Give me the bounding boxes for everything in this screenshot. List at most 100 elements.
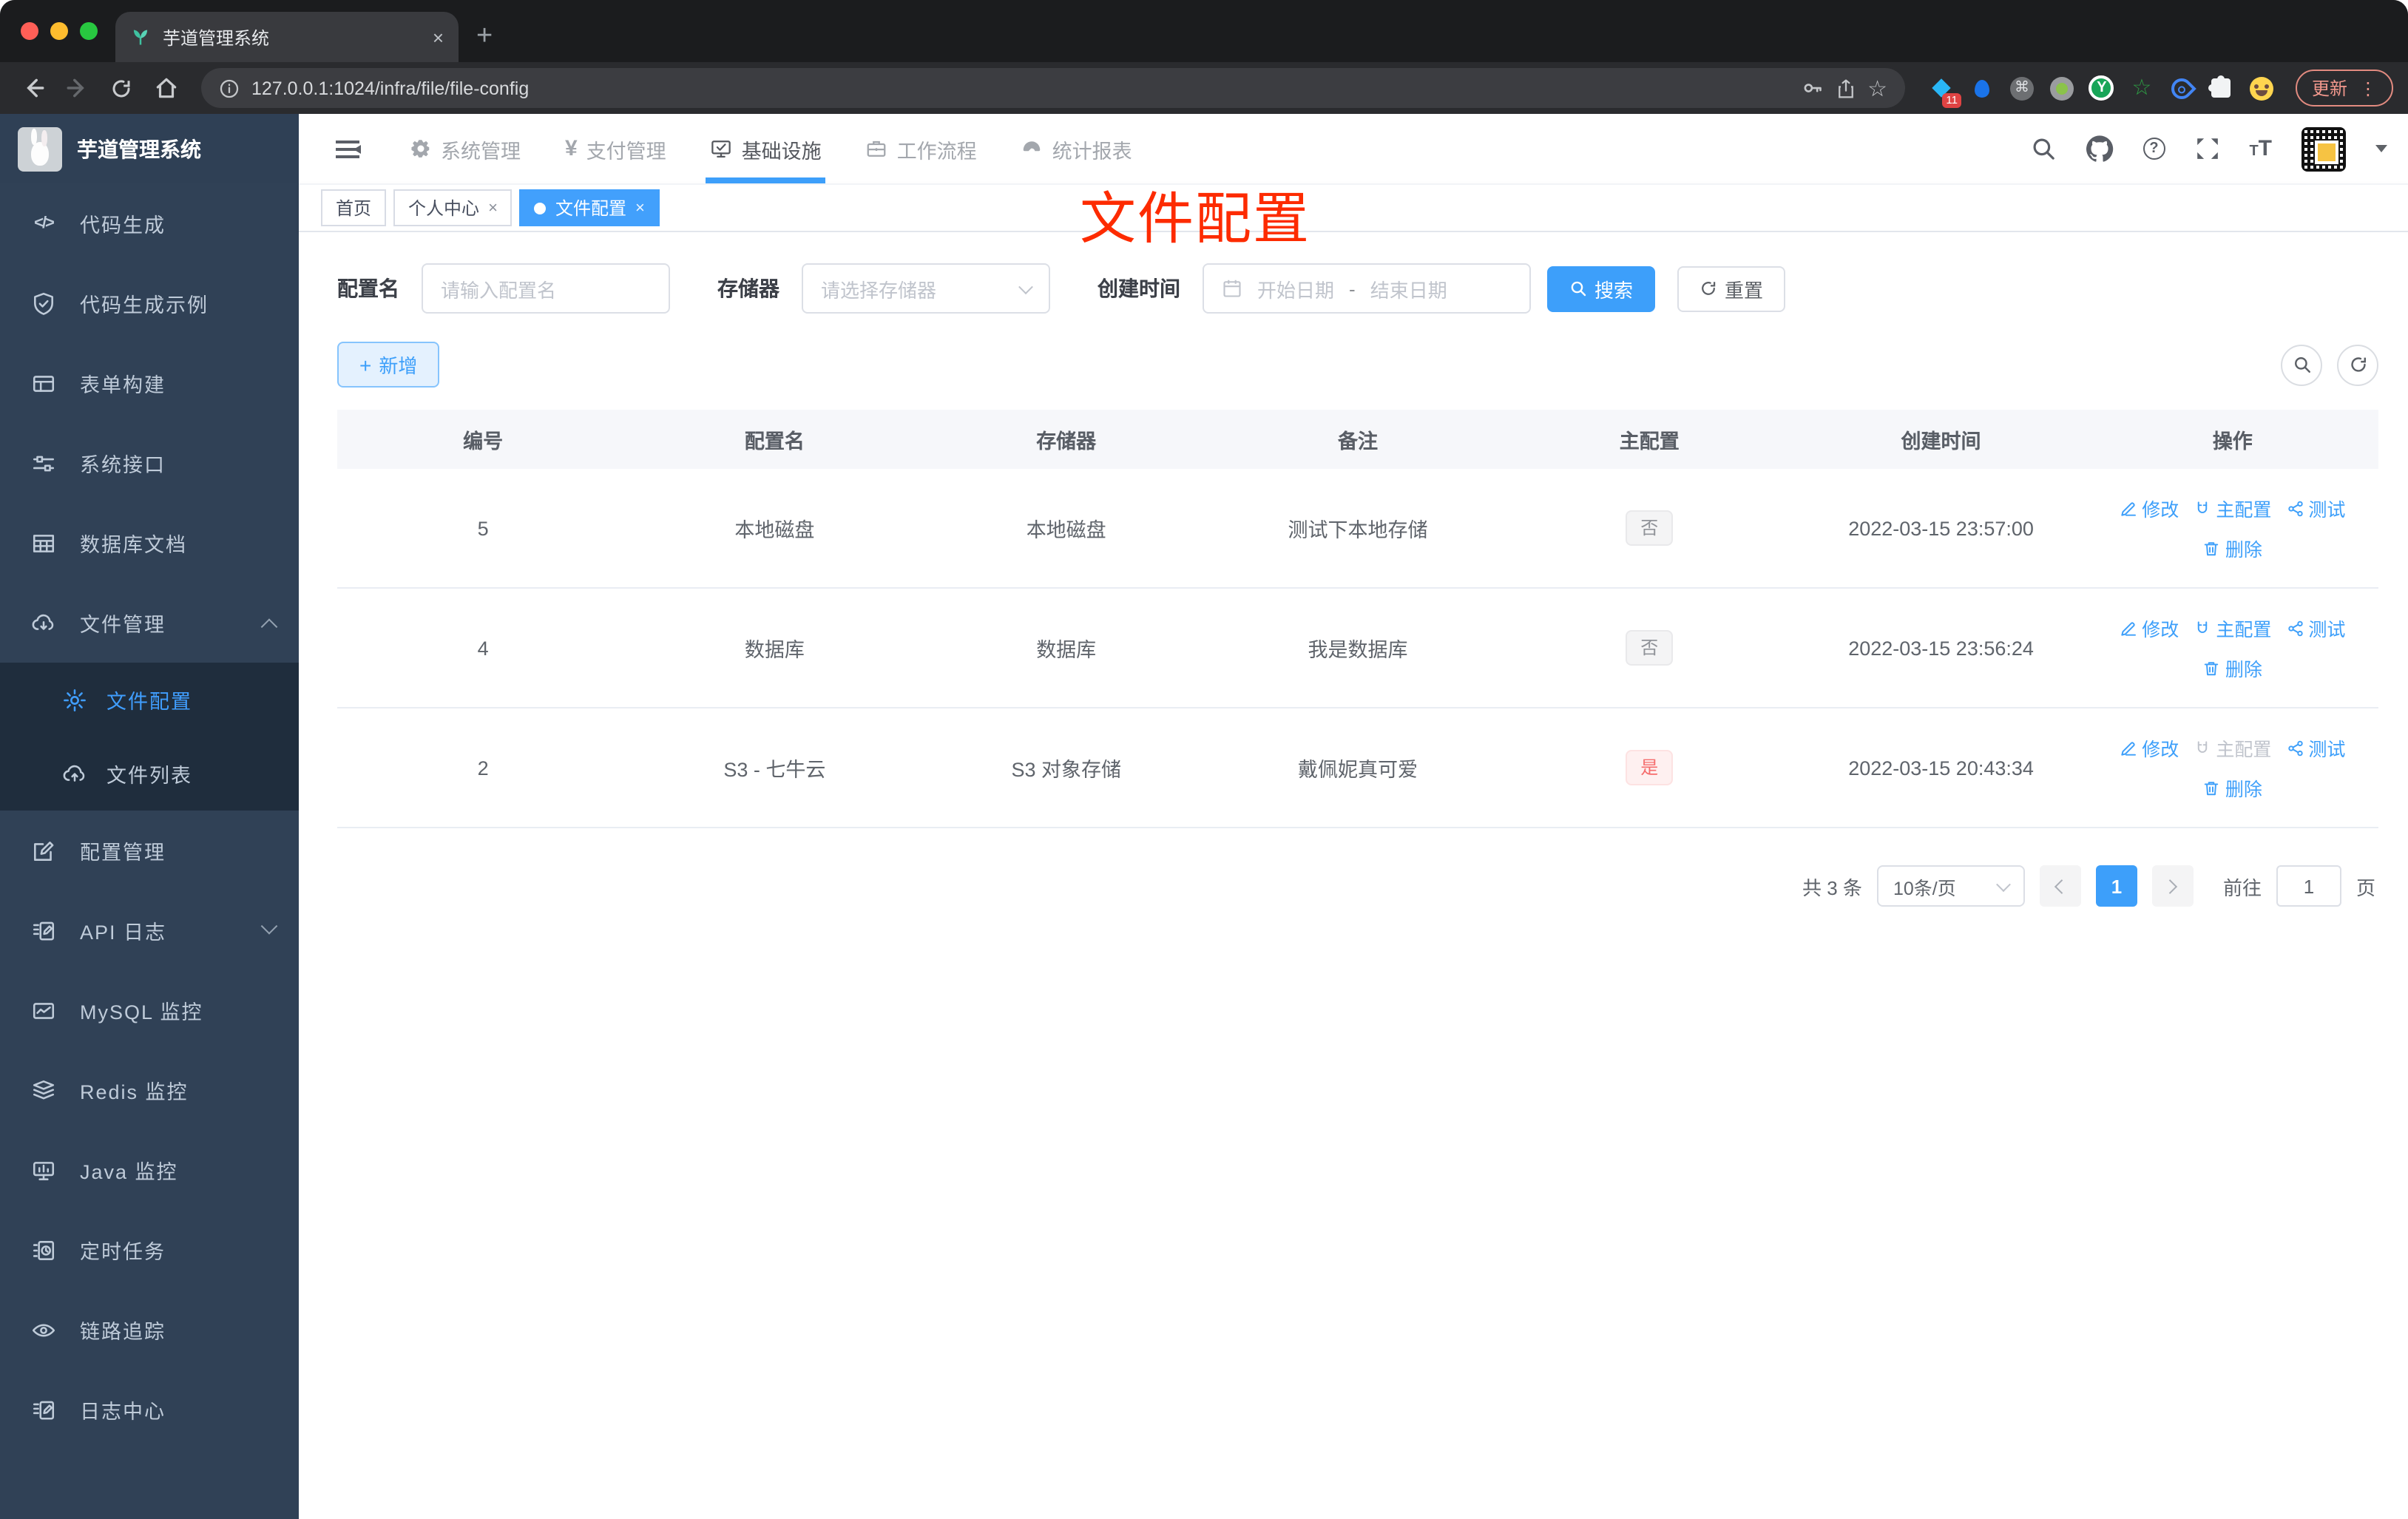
sidebar-submenu-file: 文件配置 文件列表 [0,663,299,811]
show-search-button[interactable] [2281,344,2322,385]
sidebar-item-scheduled-tasks[interactable]: 定时任务 [0,1210,299,1290]
eye-icon [31,1317,56,1342]
sidebar-item-db-doc[interactable]: 数据库文档 [0,503,299,583]
table-header-row: 编号 配置名 存储器 备注 主配置 创建时间 操作 [337,410,2378,469]
sidebar-item-trace[interactable]: 链路追踪 [0,1290,299,1370]
log-edit-icon [31,918,56,943]
avatar[interactable] [2302,126,2346,171]
forward-icon[interactable] [59,70,95,106]
extensions-puzzle-icon[interactable] [2208,75,2235,101]
sidebar-item-java-monitor[interactable]: Java 监控 [0,1130,299,1210]
current-page[interactable]: 1 [2095,865,2137,907]
sidebar-item-file-management[interactable]: 文件管理 [0,583,299,663]
sidebar-item-redis-monitor[interactable]: Redis 监控 [0,1050,299,1130]
sidebar-item-file-config[interactable]: 文件配置 [0,663,299,737]
new-tab-button[interactable]: + [476,21,493,53]
refresh-table-button[interactable] [2337,344,2378,385]
delete-action[interactable]: 删除 [2203,534,2262,562]
search-icon[interactable] [2030,136,2055,161]
extension-y-icon[interactable]: Y [2089,75,2115,101]
browser-tab[interactable]: 芋道管理系统 × [115,12,459,62]
extension-eye-icon[interactable] [2167,73,2196,103]
url-bar[interactable]: 127.0.0.1:1024/infra/file/file-config ☆ [201,68,1905,108]
prev-page-button[interactable] [2039,865,2081,907]
test-action[interactable]: 测试 [2286,614,2345,642]
extension-star-icon[interactable]: ☆ [2128,75,2155,101]
chrome-update-button[interactable]: 更新 ⋮ [2295,70,2393,106]
fullscreen-icon[interactable] [2194,136,2219,161]
extension-balloon-icon[interactable] [1969,75,1995,101]
sidebar-item-code-gen[interactable]: </> 代码生成 [0,183,299,263]
extension-recorder-icon[interactable] [2049,75,2075,101]
chrome-menu-icon[interactable]: ⋮ [2359,78,2377,98]
sidebar-item-system-api[interactable]: 系统接口 [0,423,299,503]
schedule-icon [31,1237,56,1262]
github-icon[interactable] [2085,135,2113,163]
sidebar-item-file-list[interactable]: 文件列表 [0,737,299,811]
add-button[interactable]: + 新增 [337,342,440,388]
magnet-icon [2198,740,2208,752]
storage-select[interactable]: 请选择存储器 [802,263,1050,314]
font-size-icon[interactable]: TT [2249,136,2272,161]
close-window-button[interactable] [21,22,38,40]
extension-sidebar-icon[interactable]: 11 [1929,75,1961,107]
test-action[interactable]: 测试 [2286,494,2345,522]
close-icon[interactable]: × [488,199,498,217]
sidebar-collapse-icon[interactable] [319,122,376,175]
trash-icon [2205,781,2219,795]
date-end-placeholder[interactable]: 结束日期 [1370,274,1447,302]
home-icon[interactable] [148,70,183,106]
tag-profile[interactable]: 个人中心 × [393,189,513,226]
profile-avatar-icon[interactable] [2248,75,2275,101]
tag-home[interactable]: 首页 [321,189,387,226]
extension-command-icon[interactable]: ⌘ [2009,75,2035,101]
password-key-icon[interactable] [1801,77,1823,99]
sidebar-item-code-demo[interactable]: 代码生成示例 [0,263,299,343]
edit-action[interactable]: 修改 [2120,614,2179,642]
dashboard-icon [1024,141,1041,152]
delete-action[interactable]: 删除 [2203,654,2262,682]
minimize-window-button[interactable] [50,22,68,40]
sidebar-item-api-log[interactable]: API 日志 [0,890,299,970]
sidebar-logo[interactable]: 芋道管理系统 [0,114,299,183]
sidebar-item-form-builder[interactable]: 表单构建 [0,343,299,423]
master-config-action[interactable]: 主配置 [2194,494,2271,522]
search-button[interactable]: 搜索 [1547,265,1656,311]
share-icon[interactable] [1835,78,1856,98]
back-icon[interactable] [15,70,50,106]
help-icon[interactable]: ? [2142,138,2165,160]
next-page-button[interactable] [2151,865,2194,907]
tab-close-icon[interactable]: × [433,27,444,47]
reload-icon[interactable] [104,70,139,106]
nav-item-workflow[interactable]: 工作流程 [847,114,996,183]
edit-action[interactable]: 修改 [2120,494,2179,522]
edit-action[interactable]: 修改 [2120,734,2179,762]
nav-item-payment[interactable]: ¥ 支付管理 [546,114,686,183]
sidebar-item-mysql-monitor[interactable]: MySQL 监控 [0,970,299,1050]
goto-page-input[interactable] [2276,865,2341,907]
avatar-caret-icon[interactable] [2375,145,2387,158]
nav-item-reports[interactable]: 统计报表 [1002,114,1151,183]
nav-item-system[interactable]: 系统管理 [390,114,540,183]
master-config-action[interactable]: 主配置 [2194,614,2271,642]
tag-file-config[interactable]: 文件配置 × [519,189,660,226]
sidebar-item-config-management[interactable]: 配置管理 [0,811,299,890]
config-name-input[interactable]: 请输入配置名 [422,263,670,314]
nav-item-infrastructure[interactable]: 基础设施 [691,114,841,183]
close-icon[interactable]: × [635,199,645,217]
site-info-icon[interactable] [219,78,240,98]
reset-button[interactable]: 重置 [1677,265,1786,311]
page-size-select[interactable]: 10条/页 [1876,865,2025,907]
sidebar-item-log-center[interactable]: 日志中心 [0,1370,299,1449]
edit-pencil-icon [2121,621,2137,635]
date-start-placeholder[interactable]: 开始日期 [1257,274,1334,302]
url-text[interactable]: 127.0.0.1:1024/infra/file/file-config [251,78,1789,98]
test-action[interactable]: 测试 [2286,734,2345,762]
extension-badge: 11 [1942,93,1961,107]
top-navbar: 系统管理 ¥ 支付管理 基础设施 工作流程 统计报表 ? TT [299,114,2408,183]
zoom-window-button[interactable] [80,22,98,40]
delete-action[interactable]: 删除 [2203,774,2262,802]
date-range-picker[interactable]: 开始日期 - 结束日期 [1203,263,1531,314]
bookmark-star-icon[interactable]: ☆ [1867,75,1887,101]
chevron-down-icon [1996,876,2011,892]
